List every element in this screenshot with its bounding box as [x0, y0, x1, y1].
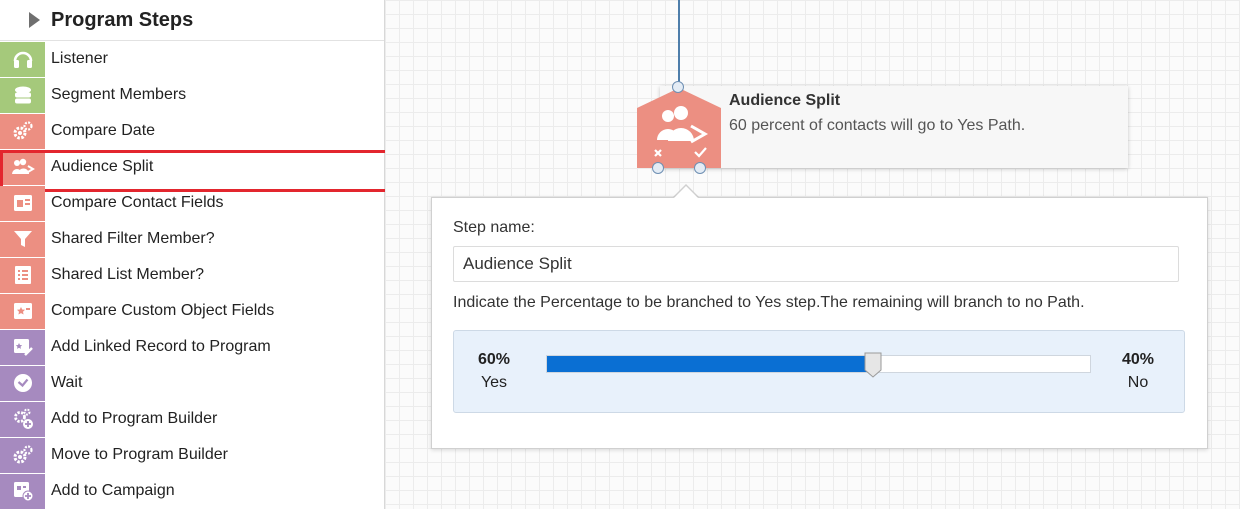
split-slider-track[interactable]	[546, 352, 1091, 378]
yes-label: Yes	[480, 374, 508, 391]
no-percent-value: 40%	[1122, 351, 1155, 368]
sidebar-item-label: Compare Date	[51, 122, 156, 139]
sidebar-item-label: Compare Custom Object Fields	[51, 302, 275, 319]
audience-split-node-icon[interactable]	[637, 88, 721, 168]
sidebar-header[interactable]: Program Steps	[0, 0, 384, 41]
segment-stack-icon	[0, 77, 45, 113]
sidebar-item-move-to-program-builder[interactable]: Move to Program Builder	[0, 437, 384, 473]
program-steps-sidebar: Program Steps Listener Segment Members C…	[0, 0, 388, 509]
step-settings-popover: Step name: Indicate the Percentage to be…	[431, 197, 1208, 449]
sidebar-item-compare-contact-fields[interactable]: Compare Contact Fields	[0, 185, 384, 221]
sidebar-item-add-to-campaign[interactable]: Add to Campaign	[0, 473, 384, 509]
sidebar-item-label: Wait	[51, 374, 83, 391]
sidebar-title: Program Steps	[51, 8, 194, 31]
linked-record-icon	[0, 329, 45, 365]
sidebar-item-label: Audience Split	[51, 158, 154, 175]
node-title: Audience Split	[729, 92, 841, 109]
headphones-icon	[0, 41, 45, 77]
sidebar-item-label: Add Linked Record to Program	[51, 338, 271, 355]
no-path-output-handle[interactable]	[652, 162, 664, 174]
sidebar-item-compare-custom-object-fields[interactable]: Compare Custom Object Fields	[0, 293, 384, 329]
campaign-add-icon	[0, 473, 45, 509]
split-slider-thumb[interactable]	[864, 352, 882, 378]
filter-funnel-icon	[0, 221, 45, 257]
split-slider-fill	[547, 356, 873, 372]
no-label: No	[1127, 374, 1149, 391]
node-input-handle[interactable]	[672, 81, 684, 93]
sidebar-item-label: Add to Program Builder	[51, 410, 218, 427]
sidebar-item-compare-date[interactable]: Compare Date	[0, 113, 384, 149]
split-slider-panel: 60% Yes 40% No	[453, 330, 1185, 413]
sidebar-item-listener[interactable]: Listener	[0, 41, 384, 77]
gears-plus-icon	[0, 401, 45, 437]
popover-arrow-inner	[673, 186, 699, 199]
sidebar-item-segment-members[interactable]: Segment Members	[0, 77, 384, 113]
incoming-connector-line	[678, 0, 680, 88]
sidebar-item-label: Compare Contact Fields	[51, 194, 224, 211]
sidebar-item-add-linked-record[interactable]: Add Linked Record to Program	[0, 329, 384, 365]
step-name-label: Step name:	[453, 219, 535, 236]
step-name-input[interactable]	[453, 246, 1179, 282]
custom-object-card-icon	[0, 293, 45, 329]
node-description: 60 percent of contacts will go to Yes Pa…	[729, 117, 1026, 134]
sidebar-item-label: Listener	[51, 50, 108, 67]
yes-percentage: 60% Yes	[478, 351, 510, 392]
sidebar-item-label: Shared Filter Member?	[51, 230, 215, 247]
gears-icon	[0, 113, 45, 149]
checklist-icon	[0, 257, 45, 293]
sidebar-item-add-to-program-builder[interactable]: Add to Program Builder	[0, 401, 384, 437]
yes-path-output-handle[interactable]	[694, 162, 706, 174]
sidebar-item-audience-split[interactable]: Audience Split	[0, 149, 388, 192]
yes-percent-value: 60%	[478, 351, 511, 368]
sidebar-item-label: Shared List Member?	[51, 266, 204, 283]
no-percentage: 40% No	[1122, 351, 1154, 392]
split-instruction-text: Indicate the Percentage to be branched t…	[453, 294, 1085, 311]
audience-split-icon	[0, 149, 45, 185]
sidebar-item-shared-list-member[interactable]: Shared List Member?	[0, 257, 384, 293]
audience-split-node-card[interactable]: Audience Split 60 percent of contacts wi…	[660, 86, 1128, 168]
clock-icon	[0, 365, 45, 401]
sidebar-item-wait[interactable]: Wait	[0, 365, 384, 401]
sidebar-item-label: Add to Campaign	[51, 482, 175, 499]
sidebar-item-shared-filter-member[interactable]: Shared Filter Member?	[0, 221, 384, 257]
contact-card-icon	[0, 185, 45, 221]
sidebar-item-label: Move to Program Builder	[51, 446, 228, 463]
gears-move-icon	[0, 437, 45, 473]
sidebar-item-label: Segment Members	[51, 86, 187, 103]
collapse-caret-icon[interactable]	[29, 12, 40, 28]
